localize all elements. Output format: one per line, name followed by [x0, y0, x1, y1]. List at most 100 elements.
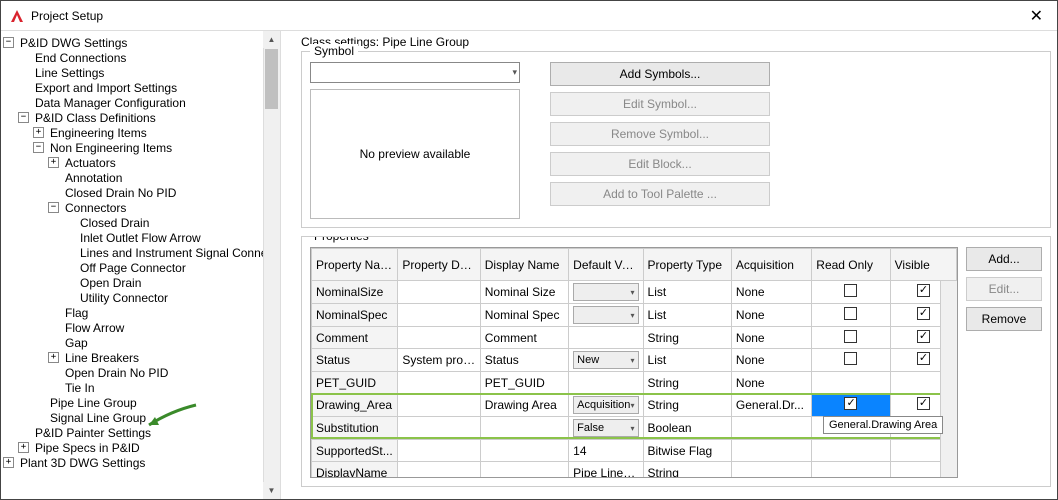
cell-display[interactable]: Drawing Area [480, 394, 568, 417]
tree-item[interactable]: Actuators [63, 155, 116, 171]
cell-readonly[interactable] [812, 327, 890, 349]
table-row[interactable]: NominalSpecNominal Spec▾ListNone [312, 304, 957, 327]
cell-type[interactable]: Bitwise Flag [643, 440, 731, 462]
col-visible[interactable]: Visible [890, 249, 956, 281]
symbol-combo[interactable]: ▾ [310, 62, 520, 83]
add-symbols-button[interactable]: Add Symbols... [550, 62, 770, 86]
cell-type[interactable]: List [643, 304, 731, 327]
cell-readonly[interactable] [812, 394, 890, 417]
cell-acquisition[interactable]: None [731, 327, 811, 349]
tree-item[interactable]: Pipe Specs in P&ID [33, 440, 140, 456]
cell-name[interactable]: DisplayName [312, 462, 398, 479]
checkbox[interactable] [844, 352, 857, 365]
tree-item[interactable]: P&ID DWG Settings [18, 35, 127, 51]
cell-readonly[interactable] [812, 462, 890, 479]
tree-item[interactable]: Connectors [63, 200, 126, 216]
table-row[interactable]: Drawing_Area Drawing Area Acquisition▾ Stri… [312, 394, 957, 417]
cell-type[interactable]: List [643, 349, 731, 372]
cell-readonly[interactable] [812, 349, 890, 372]
cell-desc[interactable] [398, 462, 480, 479]
tree-item[interactable]: P&ID Painter Settings [33, 425, 151, 441]
checkbox[interactable] [917, 284, 930, 297]
checkbox[interactable] [917, 397, 930, 410]
collapse-icon[interactable]: − [18, 112, 29, 123]
tree-item[interactable]: Open Drain No PID [63, 365, 168, 381]
expand-icon[interactable]: + [48, 352, 59, 363]
table-row[interactable]: StatusSystem prope...StatusNew▾ListNone [312, 349, 957, 372]
tree-item[interactable]: Inlet Outlet Flow Arrow [78, 230, 201, 246]
cell-default[interactable] [569, 327, 643, 349]
scroll-up-icon[interactable]: ▲ [263, 31, 280, 48]
expand-icon[interactable]: + [48, 157, 59, 168]
cell-acquisition[interactable]: General.Dr... [731, 394, 811, 417]
cell-desc[interactable] [398, 417, 480, 440]
col-default-value[interactable]: Default Value [569, 249, 643, 281]
table-row[interactable]: DisplayNamePipe Line Gro...String [312, 462, 957, 479]
tree-item[interactable]: Utility Connector [78, 290, 168, 306]
tree-item[interactable]: P&ID Class Definitions [33, 110, 156, 126]
tree-item[interactable]: Line Settings [33, 65, 104, 81]
collapse-icon[interactable]: − [33, 142, 44, 153]
cell-readonly[interactable] [812, 440, 890, 462]
cell-name[interactable]: NominalSize [312, 281, 398, 304]
tree-item[interactable]: Flag [63, 305, 88, 321]
cell-name[interactable]: PET_GUID [312, 372, 398, 394]
tree-item[interactable]: Data Manager Configuration [33, 95, 186, 111]
remove-property-button[interactable]: Remove [966, 307, 1042, 331]
collapse-icon[interactable]: − [48, 202, 59, 213]
cell-type[interactable]: String [643, 327, 731, 349]
cell-desc[interactable] [398, 372, 480, 394]
cell-desc[interactable]: System prope... [398, 349, 480, 372]
tree-item[interactable]: End Connections [33, 50, 126, 66]
cell-display[interactable]: Nominal Spec [480, 304, 568, 327]
scroll-down-icon[interactable]: ▼ [263, 482, 280, 499]
checkbox[interactable] [844, 284, 857, 297]
checkbox[interactable] [917, 352, 930, 365]
cell-display[interactable]: Comment [480, 327, 568, 349]
tree-item[interactable]: Signal Line Group [48, 410, 146, 426]
checkbox[interactable] [844, 397, 857, 410]
dropdown[interactable]: False▾ [573, 419, 638, 437]
cell-name[interactable]: Comment [312, 327, 398, 349]
collapse-icon[interactable]: − [3, 37, 14, 48]
expand-icon[interactable]: + [33, 127, 44, 138]
col-acquisition[interactable]: Acquisition [731, 249, 811, 281]
checkbox[interactable] [917, 330, 930, 343]
col-read-only[interactable]: Read Only [812, 249, 890, 281]
cell-type[interactable]: Boolean [643, 417, 731, 440]
tree-item-pipe-line-group[interactable]: Pipe Line Group [48, 395, 137, 411]
tree-item[interactable]: Tie In [63, 380, 95, 396]
dropdown[interactable]: ▾ [573, 306, 638, 324]
tree-item[interactable]: Off Page Connector [78, 260, 186, 276]
cell-type[interactable]: String [643, 462, 731, 479]
cell-display[interactable] [480, 417, 568, 440]
cell-readonly[interactable] [812, 304, 890, 327]
cell-display[interactable]: Nominal Size [480, 281, 568, 304]
cell-acquisition[interactable] [731, 440, 811, 462]
tree-item[interactable]: Lines and Instrument Signal Connec [78, 245, 273, 261]
cell-readonly[interactable] [812, 281, 890, 304]
properties-grid[interactable]: Property Name Property Description Displ… [310, 247, 958, 478]
cell-type[interactable]: String [643, 372, 731, 394]
cell-name[interactable]: SupportedSt... [312, 440, 398, 462]
cell-desc[interactable] [398, 440, 480, 462]
cell-name[interactable]: Drawing_Area [312, 394, 398, 417]
table-row[interactable]: SupportedSt...14Bitwise Flag [312, 440, 957, 462]
expand-icon[interactable]: + [3, 457, 14, 468]
cell-default[interactable]: New▾ [569, 349, 643, 372]
tree-item[interactable]: Flow Arrow [63, 320, 124, 336]
cell-desc[interactable] [398, 281, 480, 304]
grid-scrollbar[interactable] [940, 281, 957, 477]
close-icon[interactable]: ✕ [1024, 6, 1049, 26]
cell-display[interactable] [480, 462, 568, 479]
tree-item[interactable]: Export and Import Settings [33, 80, 177, 96]
cell-acquisition[interactable] [731, 417, 811, 440]
cell-desc[interactable] [398, 304, 480, 327]
cell-type[interactable]: String [643, 394, 731, 417]
tree-item[interactable]: Closed Drain No PID [63, 185, 176, 201]
cell-name[interactable]: Status [312, 349, 398, 372]
cell-default[interactable] [569, 372, 643, 394]
dropdown[interactable]: Acquisition▾ [573, 396, 638, 414]
cell-name[interactable]: Substitution [312, 417, 398, 440]
dropdown[interactable]: ▾ [573, 283, 638, 301]
